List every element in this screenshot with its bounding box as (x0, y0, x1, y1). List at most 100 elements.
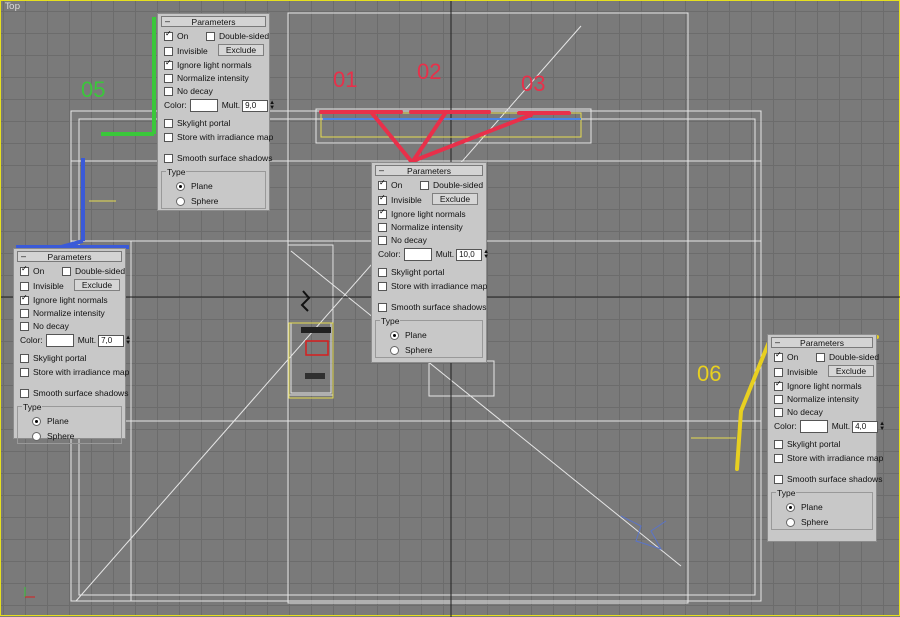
no-decay-checkbox[interactable]: No decay (20, 321, 69, 333)
double-sided-checkbox[interactable]: Double-sided (62, 266, 125, 278)
sphere-radio[interactable]: Sphere (786, 517, 828, 529)
checkbox-icon[interactable] (20, 264, 29, 277)
radio-icon[interactable] (786, 503, 795, 513)
no-decay-checkbox[interactable]: No decay (164, 86, 213, 98)
checkbox-icon[interactable] (164, 29, 173, 42)
rollout-header[interactable]: – Parameters (161, 16, 266, 27)
irradiance-checkbox[interactable]: Store with irradiance map (164, 132, 273, 144)
smooth-shadows-checkbox[interactable]: Smooth surface shadows (20, 388, 128, 400)
checkbox-icon[interactable] (378, 303, 387, 313)
checkbox-icon[interactable] (378, 207, 387, 220)
checkbox-icon[interactable] (62, 267, 71, 277)
on-checkbox[interactable]: On (20, 264, 44, 278)
checkbox-icon[interactable] (164, 133, 173, 143)
checkbox-icon[interactable] (774, 475, 783, 485)
checkbox-icon[interactable] (164, 119, 173, 129)
spinner-arrows-icon[interactable]: ▲ ▼ (269, 100, 275, 111)
checkbox-icon[interactable] (20, 293, 29, 306)
irradiance-checkbox[interactable]: Store with irradiance map (20, 367, 129, 379)
normalize-checkbox[interactable]: Normalize intensity (164, 73, 249, 85)
color-swatch[interactable] (45, 334, 74, 347)
checkbox-icon[interactable] (20, 322, 29, 332)
checkbox-icon[interactable] (164, 47, 173, 57)
exclude-button[interactable]: Exclude (218, 44, 264, 56)
checkbox-icon[interactable] (164, 58, 173, 71)
double-sided-checkbox[interactable]: Double-sided (816, 352, 879, 364)
normalize-checkbox[interactable]: Normalize intensity (378, 222, 463, 234)
checkbox-icon[interactable] (20, 282, 29, 292)
smooth-shadows-checkbox[interactable]: Smooth surface shadows (164, 153, 272, 165)
checkbox-icon[interactable] (420, 181, 429, 191)
mult-spinner[interactable]: 7,0 (98, 334, 125, 347)
normalize-checkbox[interactable]: Normalize intensity (774, 394, 859, 406)
mult-spinner[interactable]: 10,0 (456, 248, 483, 261)
sphere-radio[interactable]: Sphere (32, 431, 74, 443)
double-sided-checkbox[interactable]: Double-sided (206, 31, 269, 43)
plane-radio[interactable]: Plane (786, 502, 823, 514)
color-swatch[interactable] (799, 420, 828, 433)
checkbox-icon[interactable] (774, 440, 783, 450)
spinner-arrows-icon[interactable]: ▲ ▼ (125, 335, 131, 346)
mult-spinner[interactable]: 9,0 (242, 99, 269, 112)
skylight-checkbox[interactable]: Skylight portal (378, 267, 444, 279)
radio-icon[interactable] (32, 417, 41, 427)
skylight-checkbox[interactable]: Skylight portal (774, 439, 840, 451)
checkbox-icon[interactable] (774, 379, 783, 392)
radio-icon[interactable] (32, 432, 41, 442)
checkbox-icon[interactable] (378, 193, 387, 206)
spinner-arrows-icon[interactable]: ▲ ▼ (879, 421, 885, 432)
rollout-header[interactable]: – Parameters (771, 337, 873, 348)
on-checkbox[interactable]: On (164, 29, 188, 43)
checkbox-icon[interactable] (378, 236, 387, 246)
sphere-radio[interactable]: Sphere (176, 196, 218, 208)
skylight-checkbox[interactable]: Skylight portal (164, 118, 230, 130)
radio-icon[interactable] (390, 346, 399, 356)
sphere-radio[interactable]: Sphere (390, 345, 432, 357)
checkbox-icon[interactable] (20, 309, 29, 319)
checkbox-icon[interactable] (206, 32, 215, 42)
checkbox-icon[interactable] (774, 350, 783, 363)
checkbox-icon[interactable] (774, 368, 783, 378)
checkbox-icon[interactable] (20, 389, 29, 399)
checkbox-icon[interactable] (164, 154, 173, 164)
exclude-button[interactable]: Exclude (828, 365, 874, 377)
checkbox-icon[interactable] (378, 282, 387, 292)
plane-radio[interactable]: Plane (176, 181, 213, 193)
checkbox-icon[interactable] (378, 178, 387, 191)
radio-icon[interactable] (176, 182, 185, 192)
checkbox-icon[interactable] (774, 395, 783, 405)
exclude-button[interactable]: Exclude (74, 279, 120, 291)
checkbox-icon[interactable] (378, 268, 387, 278)
invisible-checkbox[interactable]: Invisible (378, 193, 422, 207)
smooth-shadows-checkbox[interactable]: Smooth surface shadows (774, 474, 882, 486)
smooth-shadows-checkbox[interactable]: Smooth surface shadows (378, 302, 486, 314)
no-decay-checkbox[interactable]: No decay (378, 235, 427, 247)
color-swatch[interactable] (403, 248, 432, 261)
normalize-checkbox[interactable]: Normalize intensity (20, 308, 105, 320)
ignore-normals-checkbox[interactable]: Ignore light normals (164, 58, 252, 72)
checkbox-icon[interactable] (20, 354, 29, 364)
color-swatch[interactable] (189, 99, 218, 112)
ignore-normals-checkbox[interactable]: Ignore light normals (774, 379, 862, 393)
radio-icon[interactable] (390, 331, 399, 341)
plane-radio[interactable]: Plane (390, 330, 427, 342)
mult-spinner[interactable]: 4,0 (852, 420, 879, 433)
checkbox-icon[interactable] (816, 353, 825, 363)
checkbox-icon[interactable] (164, 74, 173, 84)
ignore-normals-checkbox[interactable]: Ignore light normals (378, 207, 466, 221)
exclude-button[interactable]: Exclude (432, 193, 478, 205)
invisible-checkbox[interactable]: Invisible (774, 367, 818, 379)
skylight-checkbox[interactable]: Skylight portal (20, 353, 86, 365)
on-checkbox[interactable]: On (774, 350, 798, 364)
checkbox-icon[interactable] (20, 368, 29, 378)
no-decay-checkbox[interactable]: No decay (774, 407, 823, 419)
spinner-arrows-icon[interactable]: ▲ ▼ (483, 249, 489, 260)
plane-radio[interactable]: Plane (32, 416, 69, 428)
double-sided-checkbox[interactable]: Double-sided (420, 180, 483, 192)
rollout-header[interactable]: – Parameters (375, 165, 483, 176)
checkbox-icon[interactable] (164, 87, 173, 97)
checkbox-icon[interactable] (378, 223, 387, 233)
invisible-checkbox[interactable]: Invisible (164, 46, 208, 58)
irradiance-checkbox[interactable]: Store with irradiance map (774, 453, 883, 465)
checkbox-icon[interactable] (774, 454, 783, 464)
